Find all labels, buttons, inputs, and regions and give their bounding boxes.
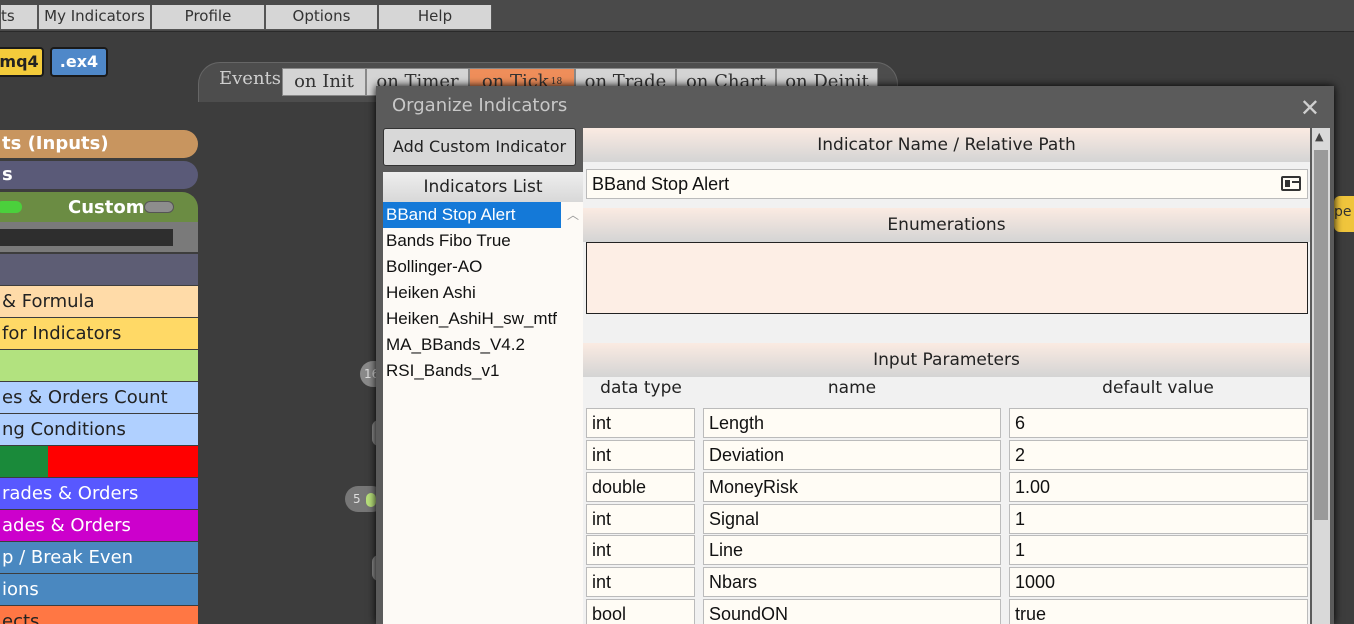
menu-item-my-indicators[interactable]: My Indicators xyxy=(38,5,151,30)
organize-indicators-dialog: Organize Indicators ✕ Add Custom Indicat… xyxy=(376,86,1334,624)
param-value-input[interactable]: true xyxy=(1009,599,1308,624)
sidebar-item-formula[interactable]: & Formula xyxy=(0,286,198,317)
param-type-input[interactable]: int xyxy=(586,567,695,597)
indicators-list-header: Indicators List xyxy=(383,172,583,202)
col-name: name xyxy=(827,378,877,398)
sidebar-item-inputs[interactable]: ts (Inputs) xyxy=(0,130,198,158)
param-type-input[interactable]: bool xyxy=(586,599,695,624)
sidebar-item-trades-orders-1[interactable]: rades & Orders xyxy=(0,478,198,509)
param-name-input[interactable]: Nbars xyxy=(703,567,1001,597)
sidebar-search-input[interactable] xyxy=(0,229,173,246)
sidebar-item-trades-orders-2[interactable]: ades & Orders xyxy=(0,510,198,541)
sidebar-item-label: ects xyxy=(2,611,40,624)
menu-item-options[interactable]: Options xyxy=(265,5,378,30)
sidebar-item-custom[interactable]: Custom xyxy=(0,192,198,222)
sidebar-item-label: ng Conditions xyxy=(2,419,126,440)
param-name-input[interactable]: Signal xyxy=(703,504,1001,534)
sidebar-item-variables[interactable]: s xyxy=(0,161,198,189)
close-icon[interactable]: ✕ xyxy=(1300,94,1320,122)
sidebar-item-orders-count[interactable]: es & Orders Count xyxy=(0,382,198,413)
indicator-item[interactable]: BBand Stop Alert xyxy=(383,202,561,228)
sidebar-green-block xyxy=(0,446,48,477)
toggle-pill-right[interactable] xyxy=(144,201,174,213)
chevron-up-icon[interactable]: ▲ xyxy=(1315,130,1323,143)
add-custom-indicator-button[interactable]: Add Custom Indicator xyxy=(383,128,576,166)
sidebar-item-label: rades & Orders xyxy=(2,483,139,504)
node-number: 5 xyxy=(353,492,361,506)
id-card-icon[interactable] xyxy=(1281,176,1301,191)
canvas-node-peek[interactable]: pe xyxy=(1334,196,1354,232)
param-type-input[interactable]: double xyxy=(586,472,695,502)
sidebar-item-label: for Indicators xyxy=(2,323,122,344)
sidebar-search-row xyxy=(0,222,198,252)
param-type-input[interactable]: int xyxy=(586,408,695,438)
indicator-details-panel: Indicator Name / Relative Path BBand Sto… xyxy=(583,128,1310,624)
events-label: Events xyxy=(219,68,282,89)
param-name-input[interactable]: Length xyxy=(703,408,1001,438)
scrollbar-thumb[interactable] xyxy=(1314,150,1328,520)
col-default-value: default value xyxy=(1102,378,1214,398)
indicator-item[interactable]: RSI_Bands_v1 xyxy=(383,358,561,384)
sidebar-item-label: Custom xyxy=(68,197,145,218)
sidebar-item-label: ades & Orders xyxy=(2,515,131,536)
sidebar-item-objects[interactable]: ects xyxy=(0,606,198,624)
sidebar-item-buy-sell[interactable] xyxy=(0,446,198,477)
param-type-input[interactable]: int xyxy=(586,535,695,565)
sidebar-item-break-even[interactable]: p / Break Even xyxy=(0,542,198,573)
peek-label: pe xyxy=(1334,204,1352,220)
enumerations-textarea[interactable] xyxy=(586,242,1308,314)
sidebar-item-label: ts (Inputs) xyxy=(2,133,109,154)
mq4-button[interactable]: .mq4 xyxy=(0,47,44,77)
indicator-name-input[interactable]: BBand Stop Alert xyxy=(586,169,1308,199)
ex4-button[interactable]: .ex4 xyxy=(50,47,108,77)
sidebar-item-conditions[interactable]: ng Conditions xyxy=(0,414,198,445)
param-name-input[interactable]: SoundON xyxy=(703,599,1001,624)
name-section-header: Indicator Name / Relative Path xyxy=(583,128,1310,162)
sidebar-item-label: s xyxy=(2,164,13,185)
sidebar-item-label: p / Break Even xyxy=(2,547,134,568)
menu-bar: ts My Indicators Profile Options Help xyxy=(0,0,1354,32)
indicator-item[interactable]: MA_BBands_V4.2 xyxy=(383,332,561,358)
param-name-input[interactable]: MoneyRisk xyxy=(703,472,1001,502)
enum-section-header: Enumerations xyxy=(583,208,1310,242)
sidebar-item-blank[interactable] xyxy=(0,254,198,285)
chevron-up-icon[interactable]: ︿ xyxy=(567,206,579,223)
param-value-input[interactable]: 2 xyxy=(1009,440,1308,470)
indicator-item[interactable]: Heiken_AshiH_sw_mtf xyxy=(383,306,561,332)
menu-item-help[interactable]: Help xyxy=(378,5,492,30)
indicator-item[interactable]: Heiken Ashi xyxy=(383,280,561,306)
dialog-title: Organize Indicators xyxy=(392,95,568,116)
indicator-name-value: BBand Stop Alert xyxy=(592,174,730,194)
blocks-sidebar: ts (Inputs) s Custom & Formula for Indic… xyxy=(0,128,198,624)
tab-label: on Init xyxy=(294,71,354,92)
indicators-list-panel: Indicators List ︿ BBand Stop Alert Bands… xyxy=(383,172,583,624)
param-type-input[interactable]: int xyxy=(586,504,695,534)
col-data-type: data type xyxy=(600,378,682,398)
param-value-input[interactable]: 1.00 xyxy=(1009,472,1308,502)
sidebar-item-green[interactable] xyxy=(0,350,198,381)
param-name-input[interactable]: Line xyxy=(703,535,1001,565)
param-value-input[interactable]: 1000 xyxy=(1009,567,1308,597)
sidebar-item-label: es & Orders Count xyxy=(2,387,168,408)
sidebar-item-label: ions xyxy=(2,579,39,600)
menu-item-profile[interactable]: Profile xyxy=(151,5,265,30)
sidebar-item-for-indicators[interactable]: for Indicators xyxy=(0,318,198,349)
param-value-input[interactable]: 1 xyxy=(1009,535,1308,565)
sidebar-item-label: & Formula xyxy=(2,291,95,312)
menu-item-tests[interactable]: ts xyxy=(0,5,38,30)
param-type-input[interactable]: int xyxy=(586,440,695,470)
indicator-item[interactable]: Bands Fibo True xyxy=(383,228,561,254)
sidebar-item-ions[interactable]: ions xyxy=(0,574,198,605)
tab-on-init[interactable]: on Init xyxy=(282,68,366,96)
details-scrollbar[interactable]: ▲ xyxy=(1312,128,1330,624)
node-green-dot xyxy=(366,492,377,507)
param-value-input[interactable]: 1 xyxy=(1009,504,1308,534)
toggle-pill-left[interactable] xyxy=(0,201,22,213)
params-section-header: Input Parameters xyxy=(583,343,1310,377)
indicator-item[interactable]: Bollinger-AO xyxy=(383,254,561,280)
param-name-input[interactable]: Deviation xyxy=(703,440,1001,470)
param-value-input[interactable]: 6 xyxy=(1009,408,1308,438)
